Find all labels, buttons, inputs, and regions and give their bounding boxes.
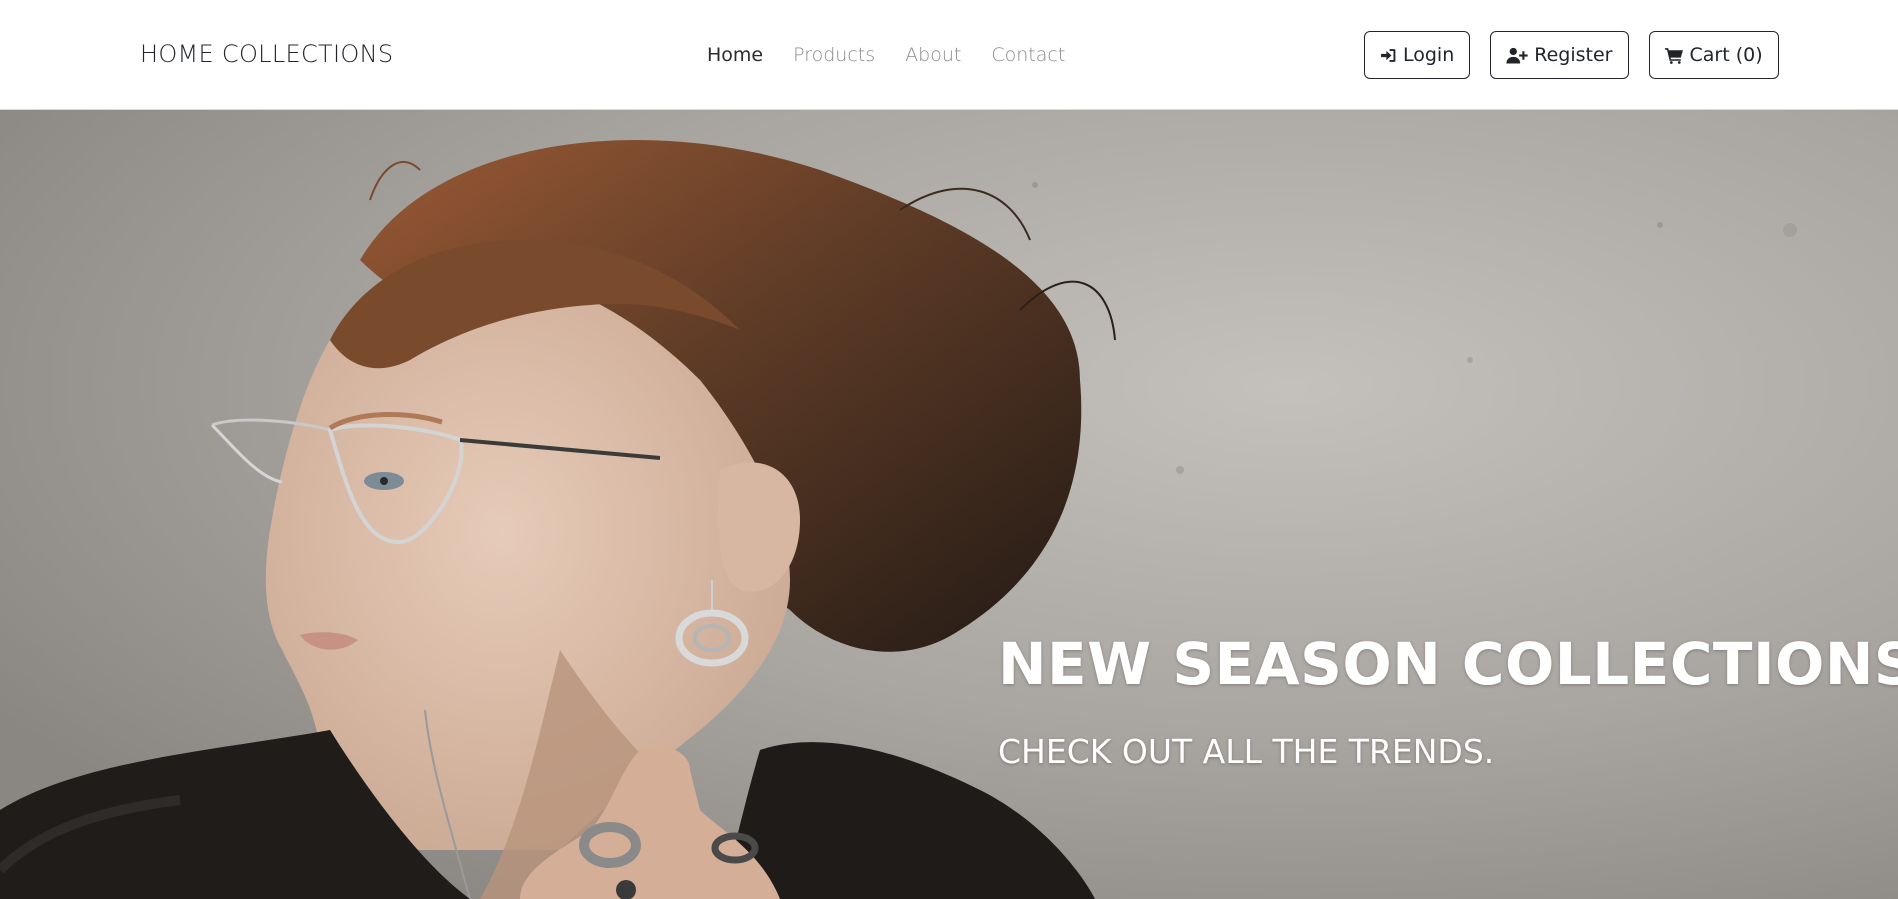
cart-button[interactable]: Cart (0) <box>1648 31 1779 79</box>
register-label: Register <box>1534 44 1613 66</box>
main-nav: Home Products About Contact <box>707 44 1065 66</box>
cart-label: Cart (0) <box>1689 44 1763 66</box>
register-button[interactable]: Register <box>1490 31 1629 79</box>
login-label: Login <box>1403 44 1455 66</box>
hero-text: NEW SEASON COLLECTIONS CHECK OUT ALL THE… <box>998 630 1898 771</box>
nav-link-about[interactable]: About <box>905 44 961 66</box>
login-button[interactable]: Login <box>1364 31 1471 79</box>
hero-title: NEW SEASON COLLECTIONS <box>998 630 1898 698</box>
nav-link-contact[interactable]: Contact <box>991 44 1065 66</box>
nav-link-products[interactable]: Products <box>793 44 875 66</box>
cart-icon <box>1664 47 1684 64</box>
hero-subtitle: CHECK OUT ALL THE TRENDS. <box>998 732 1495 771</box>
brand-logo[interactable]: HOME COLLECTIONS <box>140 40 393 68</box>
sign-in-icon <box>1380 47 1397 64</box>
nav-link-home[interactable]: Home <box>707 44 763 66</box>
hero-image <box>0 110 1898 899</box>
hero-banner: NEW SEASON COLLECTIONS CHECK OUT ALL THE… <box>0 110 1898 899</box>
user-plus-icon <box>1506 47 1528 64</box>
header-actions: Login Register Cart (0) <box>1364 31 1779 79</box>
navbar: HOME COLLECTIONS Home Products About Con… <box>0 0 1898 110</box>
